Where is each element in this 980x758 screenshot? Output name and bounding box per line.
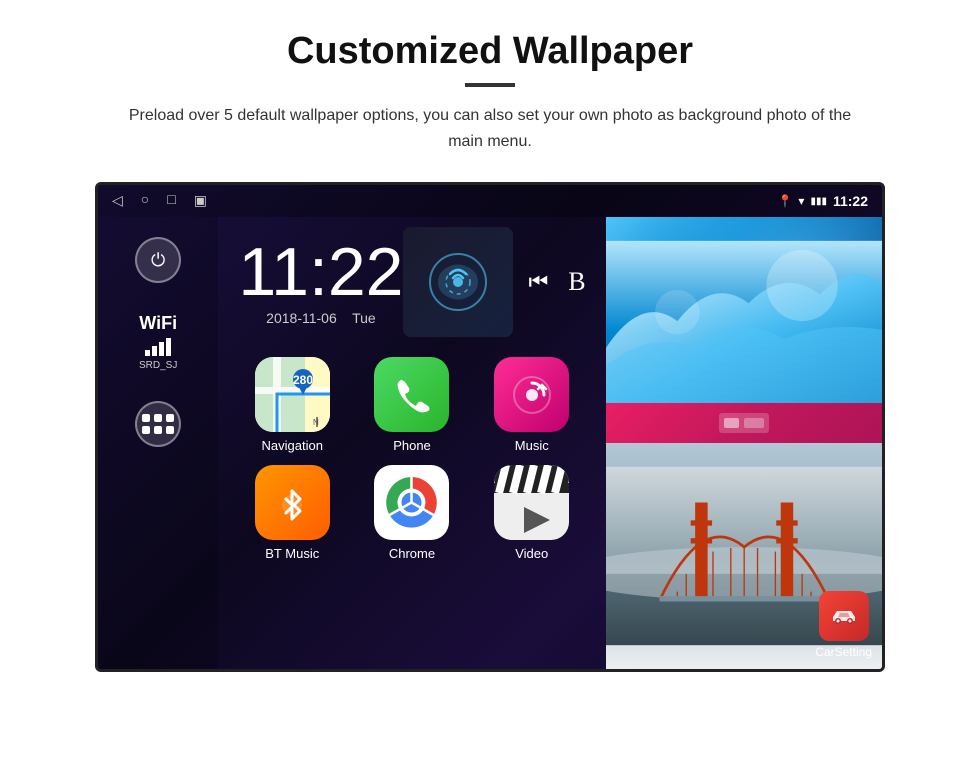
video-icon: [494, 465, 569, 540]
nav-recent-icon[interactable]: □: [167, 193, 175, 209]
clock-area: 11:22 2018-11-06 Tue: [238, 227, 585, 337]
main-content: ⏻ WiFi SRD_SJ: [98, 217, 882, 669]
media-controls: ⏮ B: [528, 267, 585, 297]
page-title: Customized Wallpaper: [60, 30, 920, 73]
status-time: 11:22: [833, 193, 868, 209]
location-icon: 📍: [777, 194, 792, 208]
signal-icon: ▮▮▮: [810, 196, 827, 207]
app-bt-music[interactable]: BT Music: [238, 465, 346, 561]
wallpaper-panel: CarSetting: [606, 217, 882, 669]
apps-dot: [166, 426, 174, 434]
clock-date-value: 2018-11-06: [266, 310, 337, 326]
page-wrapper: Customized Wallpaper Preload over 5 defa…: [0, 0, 980, 692]
music-icon: [494, 357, 569, 432]
page-description: Preload over 5 default wallpaper options…: [115, 103, 865, 154]
apps-dot: [142, 426, 150, 434]
apps-dot: [154, 426, 162, 434]
svg-text:N: N: [313, 418, 319, 427]
app-grid: 280 N Navigation: [238, 357, 585, 561]
left-sidebar: ⏻ WiFi SRD_SJ: [98, 217, 218, 669]
media-widget: [403, 227, 513, 337]
chrome-label: Chrome: [389, 546, 435, 561]
music-svg: [512, 375, 552, 415]
carsetting-svg: [829, 601, 859, 631]
carsetting-icon: [819, 591, 869, 641]
bottom-strip-svg: [714, 408, 774, 438]
wifi-label: WiFi: [139, 313, 177, 334]
prev-track-icon[interactable]: ⏮: [528, 269, 548, 295]
app-chrome[interactable]: Chrome: [358, 465, 466, 561]
status-right: 📍 ▾ ▮▮▮ 11:22: [777, 193, 868, 209]
wifi-status-icon: ▾: [798, 194, 804, 208]
phone-label: Phone: [393, 438, 431, 453]
wifi-bar-2: [152, 346, 157, 356]
wifi-bar-1: [145, 350, 150, 356]
apps-dot: [166, 414, 174, 422]
wifi-bars: [145, 338, 171, 356]
app-video[interactable]: Video: [478, 465, 586, 561]
app-navigation[interactable]: 280 N Navigation: [238, 357, 346, 453]
wifi-bar-4: [166, 338, 171, 356]
power-button[interactable]: ⏻: [135, 237, 181, 283]
track-label: B: [568, 267, 585, 297]
nav-back-icon[interactable]: ◁: [112, 193, 123, 210]
chrome-svg: [374, 465, 449, 540]
wallpaper-top-bottom-strip: [606, 403, 882, 443]
wallpaper-bottom: CarSetting: [606, 443, 882, 669]
title-divider: [465, 83, 515, 87]
clock-day-value: Tue: [352, 310, 376, 326]
wifi-bar-3: [159, 342, 164, 356]
nav-home-icon[interactable]: ○: [141, 193, 149, 209]
navigation-label: Navigation: [262, 438, 323, 453]
bt-music-icon: [255, 465, 330, 540]
power-icon: ⏻: [151, 250, 165, 271]
wifi-widget: WiFi SRD_SJ: [139, 313, 177, 371]
bt-music-label: BT Music: [265, 546, 319, 561]
apps-dot: [154, 414, 162, 422]
apps-grid-icon: [142, 414, 174, 434]
clock-block: 11:22 2018-11-06 Tue: [238, 238, 403, 326]
svg-text:280: 280: [293, 373, 313, 387]
chrome-icon: [374, 465, 449, 540]
clock-date: 2018-11-06 Tue: [238, 310, 403, 326]
device-wrapper: ◁ ○ □ ▣ 📍 ▾ ▮▮▮ 11:22 ⏻: [95, 182, 885, 672]
video-svg: [494, 465, 569, 540]
wallpaper-top: [606, 217, 882, 443]
center-area: 11:22 2018-11-06 Tue: [218, 217, 605, 669]
app-phone[interactable]: Phone: [358, 357, 466, 453]
phone-icon: [374, 357, 449, 432]
app-music[interactable]: Music: [478, 357, 586, 453]
video-label: Video: [515, 546, 548, 561]
apps-dot: [142, 414, 150, 422]
device-screen: ◁ ○ □ ▣ 📍 ▾ ▮▮▮ 11:22 ⏻: [95, 182, 885, 672]
music-label: Music: [515, 438, 549, 453]
nav-buttons: ◁ ○ □ ▣: [112, 193, 207, 210]
clock-time: 11:22: [238, 238, 403, 306]
nav-screenshot-icon[interactable]: ▣: [194, 193, 207, 210]
phone-svg: [393, 376, 431, 414]
media-icon: [428, 252, 488, 312]
carsetting-label: CarSetting: [815, 645, 872, 659]
carsetting-widget[interactable]: CarSetting: [815, 591, 872, 659]
bt-svg: [272, 483, 312, 523]
apps-button[interactable]: [135, 401, 181, 447]
status-bar: ◁ ○ □ ▣ 📍 ▾ ▮▮▮ 11:22: [98, 185, 882, 217]
wifi-ssid: SRD_SJ: [139, 360, 177, 371]
navigation-icon: 280 N: [255, 357, 330, 432]
